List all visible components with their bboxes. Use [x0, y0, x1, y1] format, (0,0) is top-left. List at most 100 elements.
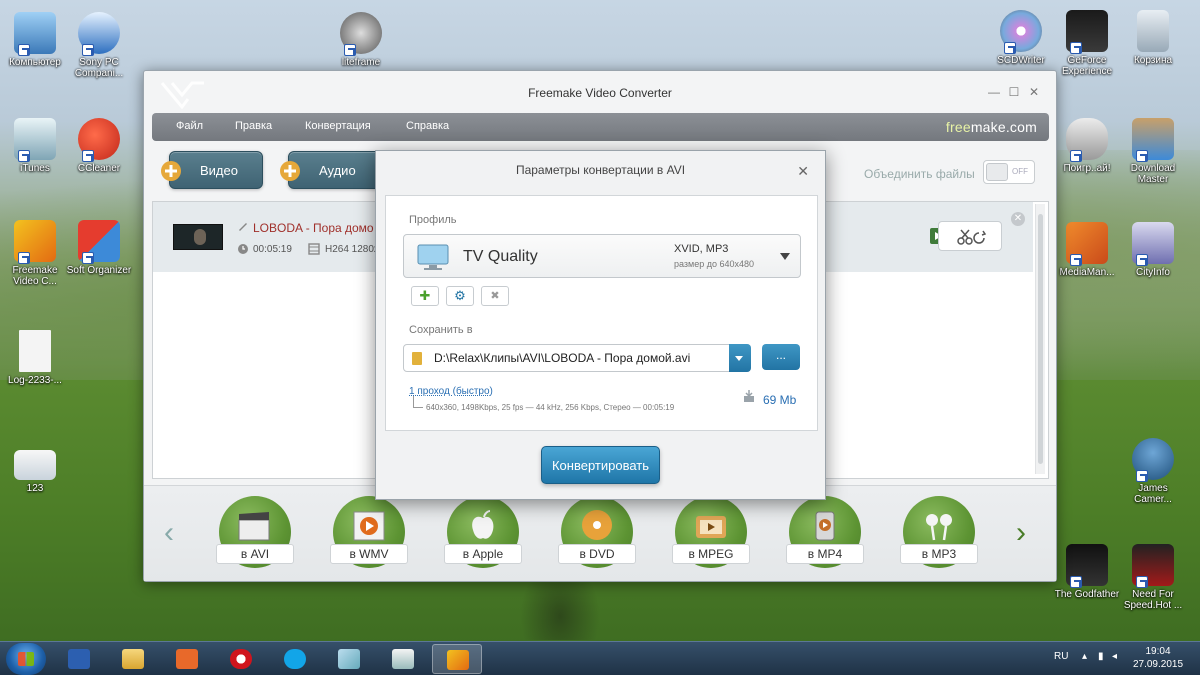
desktop-icon-freemake[interactable]: Freemake Video C...: [0, 220, 70, 287]
format-mp3-button[interactable]: в MP3: [900, 496, 978, 572]
dvd-disc-icon: [582, 510, 612, 540]
godfather-icon: [1066, 544, 1108, 588]
minimize-button[interactable]: —: [986, 85, 1002, 99]
taskbar-opera[interactable]: [216, 644, 266, 674]
desktop-icon-scdwriter[interactable]: SCDWriter: [986, 10, 1056, 66]
media-player-icon: [176, 649, 198, 669]
dialog-panel: Профиль TV Quality XVID, MP3 размер до 6…: [385, 195, 818, 431]
desktop-icon-label: Need For Speed.Hot ...: [1123, 589, 1183, 611]
edit-video-button[interactable]: [938, 221, 1002, 251]
desktop-icon-computer[interactable]: Компьютер: [0, 12, 70, 68]
add-video-button[interactable]: Видео: [161, 151, 263, 189]
profile-size: размер до 640x480: [674, 259, 755, 269]
desktop-icon-james-cameron[interactable]: James Camer...: [1118, 438, 1188, 505]
file-size-icon: [744, 390, 754, 402]
desktop-icon-label: CityInfo: [1136, 267, 1170, 278]
file-duration: 00:05:19: [253, 244, 292, 255]
desktop-icon-label: Sony PC Compani...: [74, 57, 124, 79]
window-icon: [392, 649, 414, 669]
desktop-icon-recycle-bin[interactable]: Корзина: [1118, 10, 1188, 66]
profile-codec: XVID, MP3: [674, 243, 729, 255]
format-dvd-button[interactable]: в DVD: [558, 496, 636, 572]
dialog-close-button[interactable]: ✕: [797, 163, 809, 180]
taskbar-app[interactable]: [324, 644, 374, 674]
taskbar-save-app[interactable]: [54, 644, 104, 674]
format-apple-button[interactable]: в Apple: [444, 496, 522, 572]
desktop-icon-nfs[interactable]: Need For Speed.Hot ...: [1118, 544, 1188, 611]
profile-dropdown[interactable]: TV Quality XVID, MP3 размер до 640x480: [403, 234, 801, 278]
desktop-icon-soft-organizer[interactable]: Soft Organizer: [64, 220, 134, 276]
taskbar-clock[interactable]: 19:04 27.09.2015: [1128, 645, 1188, 671]
format-prev-arrow-icon[interactable]: ‹: [164, 516, 174, 550]
scissors-icon: [957, 229, 987, 245]
pencil-icon[interactable]: [237, 220, 249, 232]
taskbar-media-player[interactable]: [162, 644, 212, 674]
media-icon: [1066, 222, 1108, 266]
avatar-game-icon: [1132, 438, 1174, 482]
desktop-icon-log[interactable]: Log-2233-...: [0, 330, 70, 386]
desktop-icon-itunes[interactable]: iTunes: [0, 118, 70, 174]
maximize-button[interactable]: ☐: [1006, 85, 1022, 99]
desktop-icon-ccleaner[interactable]: CCleaner: [64, 118, 134, 174]
format-label: в AVI: [216, 544, 294, 564]
file-codec: H264 1280x: [325, 244, 379, 255]
taskbar-freemake[interactable]: [432, 644, 482, 674]
tray-arrow-icon[interactable]: ▴: [1082, 651, 1087, 662]
desktop-icon-mediaman[interactable]: MediaMan...: [1052, 222, 1122, 278]
taskbar-explorer[interactable]: [108, 644, 158, 674]
desktop-icon-liteframe[interactable]: liteframe: [326, 12, 396, 68]
tv-monitor-icon: [417, 244, 449, 270]
menu-file[interactable]: Файл: [176, 120, 203, 132]
browse-button[interactable]: ...: [762, 344, 800, 370]
path-history-dropdown[interactable]: [729, 344, 751, 372]
remove-file-button[interactable]: ✕: [1011, 212, 1025, 226]
desktop-icon-label: Download Master: [1130, 163, 1176, 185]
desktop-icon-123[interactable]: 123: [0, 450, 70, 494]
desktop-icon-cityinfo[interactable]: CityInfo: [1118, 222, 1188, 278]
format-mpeg-button[interactable]: в MPEG: [672, 496, 750, 572]
freemake-brand-link[interactable]: freemake.com: [946, 119, 1037, 135]
desktop-icon-label: GeForce Experience: [1061, 55, 1113, 77]
desktop-icon-label: liteframe: [341, 57, 381, 68]
desktop-icon-geforce[interactable]: GeForce Experience: [1052, 10, 1122, 77]
desktop-icon-download-master[interactable]: Download Master: [1118, 118, 1188, 185]
desktop-icon-label: iTunes: [20, 163, 50, 174]
add-audio-button[interactable]: Аудио: [280, 151, 382, 189]
menu-edit[interactable]: Правка: [235, 120, 272, 132]
tv-play-icon: [696, 516, 726, 538]
computer-icon: [14, 12, 56, 56]
close-window-button[interactable]: ✕: [1026, 85, 1042, 99]
desktop-icon-label: The Godfather: [1054, 589, 1120, 600]
merge-files-toggle[interactable]: OFF: [983, 160, 1035, 184]
nfs-icon: [1132, 544, 1174, 588]
signal-icon[interactable]: ▮: [1098, 651, 1104, 662]
volume-icon[interactable]: ◂: [1112, 651, 1117, 662]
desktop-icon-games[interactable]: Поигр..ай!: [1052, 118, 1122, 174]
taskbar-app-window[interactable]: [378, 644, 428, 674]
format-avi-button[interactable]: в AVI: [216, 496, 294, 572]
desktop-icon-sony[interactable]: Sony PC Compani...: [64, 12, 134, 79]
merge-files-label: Объединить файлы: [864, 167, 975, 181]
format-mp4-button[interactable]: в MP4: [786, 496, 864, 572]
delete-profile-button[interactable]: ✖: [481, 286, 509, 306]
start-button[interactable]: [6, 643, 46, 675]
convert-button[interactable]: Конвертировать: [541, 446, 660, 484]
download-icon: [1132, 118, 1174, 162]
desktop-icon-godfather[interactable]: The Godfather: [1052, 544, 1122, 600]
menu-convert[interactable]: Конвертация: [305, 120, 371, 132]
ccleaner-icon: [78, 118, 120, 162]
language-indicator[interactable]: RU: [1054, 651, 1068, 662]
disc-icon: [1000, 10, 1042, 54]
format-wmv-button[interactable]: в WMV: [330, 496, 408, 572]
menu-help[interactable]: Справка: [406, 120, 449, 132]
taskbar-skype[interactable]: [270, 644, 320, 674]
media-player-icon: [815, 511, 835, 541]
output-path-field[interactable]: D:\Relax\Клипы\AVI\LOBODA - Пора домой.a…: [403, 344, 751, 372]
conversion-dialog: Параметры конвертации в AVI ✕ Профиль TV…: [375, 150, 826, 500]
add-profile-button[interactable]: ✚: [411, 286, 439, 306]
format-label: в Apple: [444, 544, 522, 564]
profile-settings-button[interactable]: ⚙: [446, 286, 474, 306]
list-scrollbar[interactable]: [1035, 204, 1045, 474]
freemake-logo-icon: [447, 650, 469, 670]
format-next-arrow-icon[interactable]: ›: [1016, 516, 1026, 550]
